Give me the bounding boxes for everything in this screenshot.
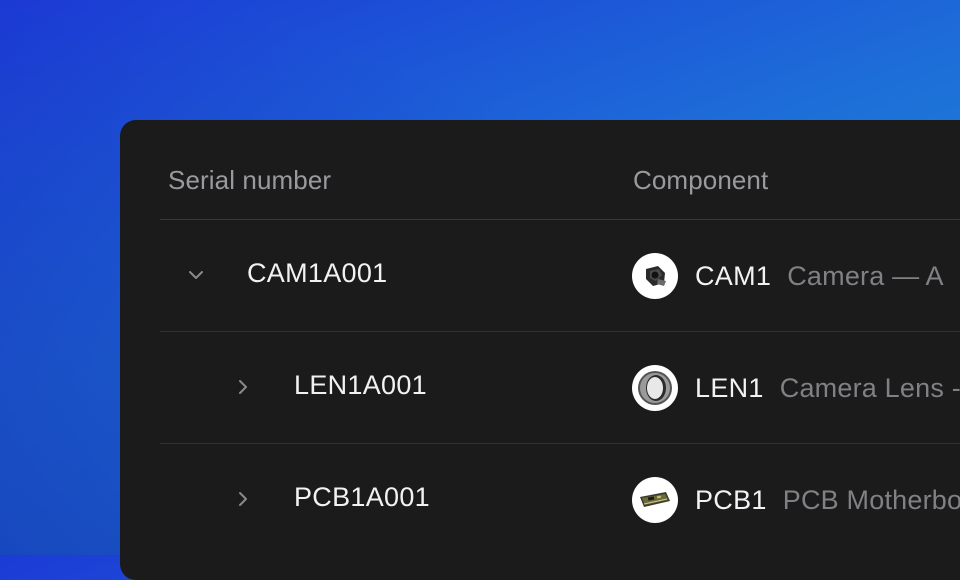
- component-code: LEN1: [695, 372, 764, 403]
- serial-number-cell: CAM1A001: [247, 258, 388, 288]
- chevron-down-icon[interactable]: [185, 264, 207, 286]
- pcb-thumbnail-icon: [632, 477, 678, 523]
- table-row[interactable]: CAM1A001 CAM1 Camera — A: [160, 220, 960, 332]
- component-code: PCB1: [695, 484, 767, 515]
- table-row[interactable]: PCB1A001 PCB1 PCB Motherbo: [160, 444, 960, 555]
- column-header-component[interactable]: Component: [633, 165, 768, 196]
- serial-number-cell: LEN1A001: [294, 370, 427, 400]
- column-header-serial-number[interactable]: Serial number: [168, 165, 331, 196]
- table-header: Serial number Component: [160, 120, 960, 220]
- components-panel: Serial number Component CAM1A001 CAM1 Ca…: [120, 120, 960, 580]
- chevron-right-icon[interactable]: [232, 488, 254, 510]
- serial-number-cell: PCB1A001: [294, 482, 430, 512]
- table-row[interactable]: LEN1A001 LEN1 Camera Lens -: [160, 332, 960, 444]
- component-description: PCB Motherbo: [782, 484, 960, 515]
- component-cell: CAM1 Camera — A: [632, 252, 944, 300]
- component-cell: PCB1 PCB Motherbo: [632, 476, 960, 524]
- component-description: Camera Lens -: [779, 372, 960, 403]
- camera-thumbnail-icon: [632, 253, 678, 299]
- lens-thumbnail-icon: [632, 365, 678, 411]
- component-cell: LEN1 Camera Lens -: [632, 364, 960, 412]
- serial-components-table: Serial number Component CAM1A001 CAM1 Ca…: [160, 120, 960, 555]
- component-description: Camera — A: [787, 260, 944, 291]
- component-code: CAM1: [695, 260, 772, 291]
- chevron-right-icon[interactable]: [232, 376, 254, 398]
